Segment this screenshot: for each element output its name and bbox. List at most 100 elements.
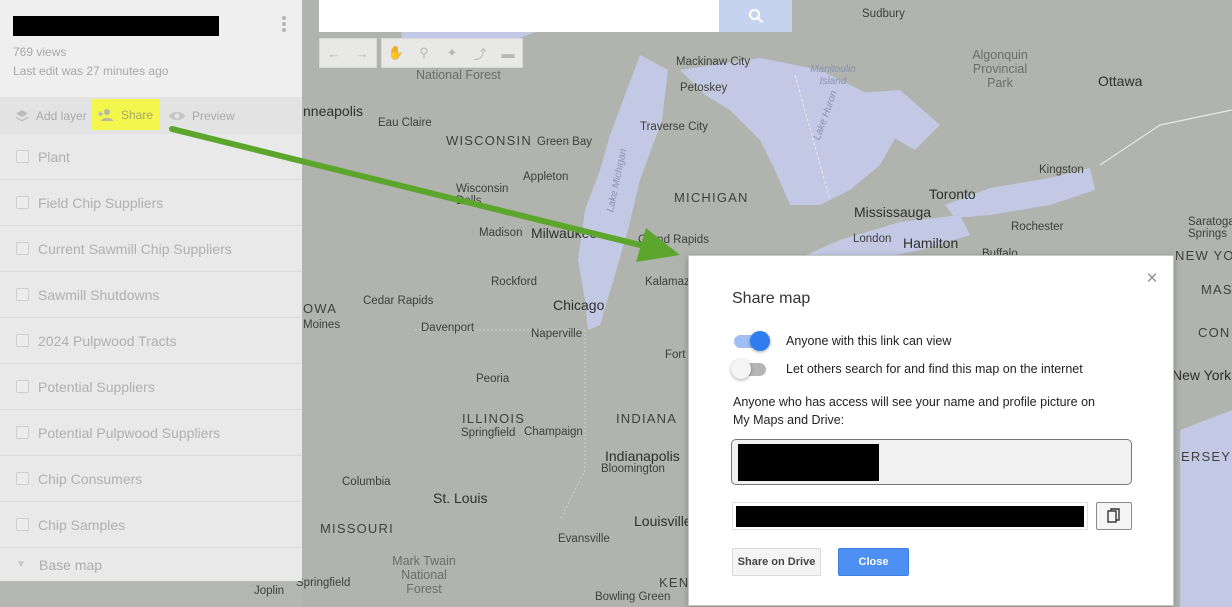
toggle-knob bbox=[731, 359, 751, 379]
last-edit-text: Last edit was 27 minutes ago bbox=[13, 64, 169, 78]
hand-icon[interactable]: ✋ bbox=[382, 39, 410, 67]
map-label: MISSOURI bbox=[320, 521, 394, 536]
search-visibility-toggle[interactable] bbox=[731, 359, 770, 379]
share-label: Share bbox=[121, 107, 154, 122]
redo-icon[interactable]: → bbox=[348, 39, 376, 67]
base-map-label: Base map bbox=[39, 556, 103, 573]
layer-item[interactable]: Current Sawmill Chip Suppliers bbox=[0, 226, 302, 272]
map-title-redacted[interactable] bbox=[13, 16, 219, 36]
copy-icon bbox=[1107, 508, 1120, 523]
map-legend-panel: 769 views Last edit was 27 minutes ago A… bbox=[0, 0, 302, 581]
layer-label: Chip Samples bbox=[38, 516, 126, 533]
map-label: Madison bbox=[479, 227, 523, 239]
map-label: Green Bay bbox=[537, 136, 592, 148]
layer-item[interactable]: Field Chip Suppliers bbox=[0, 180, 302, 226]
map-label: NEW YORK bbox=[1175, 248, 1232, 263]
layer-checkbox[interactable] bbox=[16, 380, 29, 393]
layer-checkbox[interactable] bbox=[16, 426, 29, 439]
map-label: Mackinaw City bbox=[676, 56, 751, 68]
map-label: ERSEY bbox=[1181, 449, 1232, 464]
layer-checkbox[interactable] bbox=[16, 518, 29, 531]
layer-item[interactable]: Sawmill Shutdowns bbox=[0, 272, 302, 318]
close-icon[interactable]: × bbox=[1143, 268, 1161, 290]
layer-item[interactable]: Potential Pulpwood Suppliers bbox=[0, 410, 302, 456]
map-search-input[interactable] bbox=[319, 0, 719, 32]
map-label: Wisconsin Dells bbox=[456, 183, 509, 207]
views-count: 769 views bbox=[13, 45, 67, 59]
layer-label: Chip Consumers bbox=[38, 470, 143, 487]
map-label: MICHIGAN bbox=[674, 190, 749, 205]
layer-item[interactable]: Chip Consumers bbox=[0, 456, 302, 502]
map-label: Naperville bbox=[531, 328, 583, 340]
layer-checkbox[interactable] bbox=[16, 242, 29, 255]
layer-checkbox[interactable] bbox=[16, 472, 29, 485]
layer-checkbox[interactable] bbox=[16, 334, 29, 347]
map-label: Toronto bbox=[929, 186, 976, 202]
map-label: Columbia bbox=[342, 476, 391, 488]
link-view-toggle[interactable] bbox=[732, 331, 770, 351]
layer-checkbox[interactable] bbox=[16, 150, 29, 163]
map-label: Algonquin Provincial Park bbox=[972, 48, 1028, 90]
share-map-dialog: × Share map Anyone with this link can vi… bbox=[688, 255, 1174, 606]
map-label: OWA bbox=[303, 301, 338, 316]
map-label: MAS bbox=[1201, 282, 1232, 297]
preview-button[interactable]: Preview bbox=[168, 100, 235, 131]
map-label: Champaign bbox=[524, 426, 583, 438]
map-label: Saratoga Springs bbox=[1188, 216, 1232, 240]
owner-name-redacted bbox=[738, 444, 879, 481]
layer-item[interactable]: Chip Samples bbox=[0, 502, 302, 548]
map-label: Milwaukee bbox=[531, 225, 598, 241]
dialog-title: Share map bbox=[732, 290, 811, 307]
search-access-row: Let others search for and find this map … bbox=[731, 359, 1083, 379]
map-label: Hamilton bbox=[903, 235, 959, 251]
search-button[interactable] bbox=[719, 0, 792, 32]
layer-item[interactable]: Potential Suppliers bbox=[0, 364, 302, 410]
eye-icon bbox=[169, 111, 185, 120]
base-map-toggle[interactable]: ▼ Base map bbox=[0, 548, 302, 581]
draw-line-icon[interactable]: ✦ bbox=[438, 39, 466, 67]
toggle-knob bbox=[750, 331, 770, 351]
layer-item[interactable]: 2024 Pulpwood Tracts bbox=[0, 318, 302, 364]
link-view-label: Anyone with this link can view bbox=[786, 334, 952, 348]
map-label: Rochester bbox=[1011, 221, 1064, 233]
map-label: Sudbury bbox=[862, 8, 905, 20]
layers-icon bbox=[16, 109, 28, 121]
map-label: Indianapolis bbox=[605, 448, 680, 464]
add-layer-button[interactable]: Add layer bbox=[14, 100, 87, 131]
ruler-icon[interactable]: ▬ bbox=[494, 39, 522, 67]
link-access-row: Anyone with this link can view bbox=[732, 331, 951, 351]
map-label: London bbox=[853, 233, 892, 245]
map-label: St. Louis bbox=[433, 490, 488, 506]
share-on-drive-button[interactable]: Share on Drive bbox=[732, 548, 821, 576]
map-label: Springfield bbox=[296, 577, 351, 589]
map-label: Mississauga bbox=[854, 204, 932, 220]
share-link-field[interactable] bbox=[732, 502, 1088, 530]
map-label: Bloomington bbox=[601, 463, 665, 475]
share-link-redacted bbox=[736, 506, 1084, 527]
map-label: Peoria bbox=[476, 373, 510, 385]
more-options-icon[interactable] bbox=[278, 14, 290, 36]
layer-label: Field Chip Suppliers bbox=[38, 194, 164, 211]
map-label: National Forest bbox=[416, 68, 501, 82]
layer-label: Potential Suppliers bbox=[38, 378, 155, 395]
layer-checkbox[interactable] bbox=[16, 288, 29, 301]
map-label: Davenport bbox=[421, 322, 475, 334]
share-button[interactable]: Share bbox=[91, 99, 160, 130]
access-note: Anyone who has access will see your name… bbox=[733, 395, 1096, 427]
map-label: Petoskey bbox=[680, 82, 728, 94]
map-label: KEN bbox=[659, 575, 690, 590]
directions-icon[interactable]: ⤴ bbox=[466, 39, 494, 67]
map-label: nneapolis bbox=[303, 103, 363, 119]
map-label: New York bbox=[1172, 367, 1232, 383]
layer-checkbox[interactable] bbox=[16, 196, 29, 209]
close-button[interactable]: Close bbox=[838, 548, 909, 576]
layer-list: Plant Field Chip Suppliers Current Sawmi… bbox=[0, 134, 302, 548]
copy-link-button[interactable] bbox=[1096, 502, 1132, 530]
marker-icon[interactable]: ⚲ bbox=[410, 39, 438, 67]
layer-item[interactable]: Plant bbox=[0, 134, 302, 180]
map-label: INDIANA bbox=[616, 411, 678, 426]
search-icon bbox=[749, 9, 764, 24]
map-label: Bowling Green bbox=[595, 591, 671, 603]
undo-icon[interactable]: ← bbox=[320, 39, 348, 67]
map-label: Springfield bbox=[461, 427, 516, 439]
